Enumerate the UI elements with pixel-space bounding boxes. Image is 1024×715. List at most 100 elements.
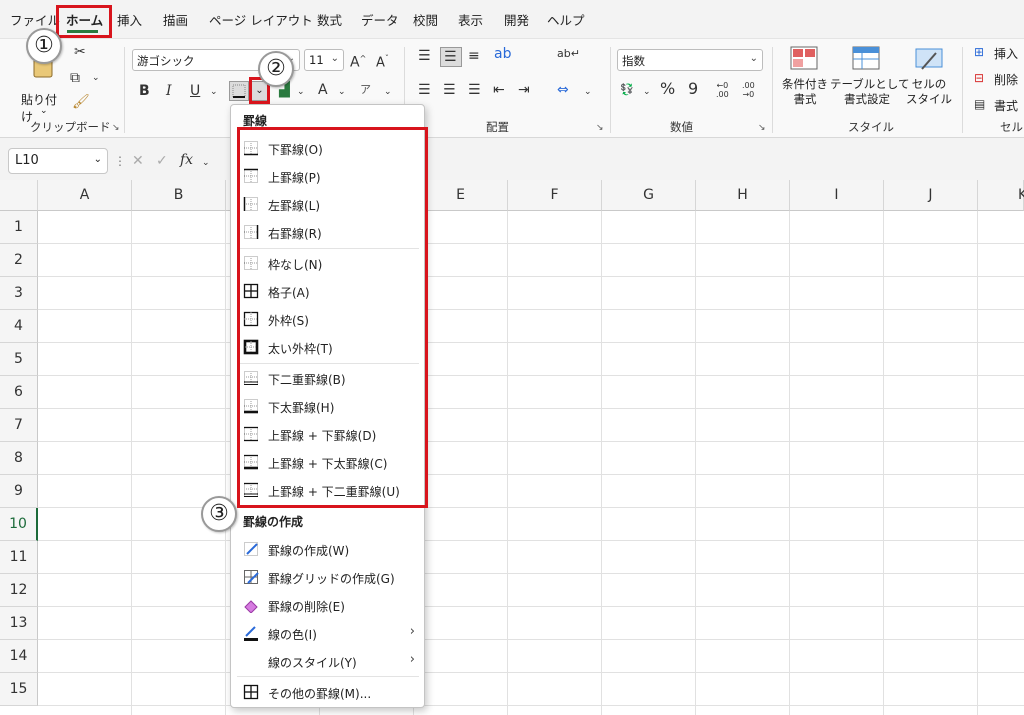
tab-view[interactable]: 表示 — [458, 10, 483, 29]
row-header[interactable]: 9 — [0, 475, 38, 508]
font-size-dropdown[interactable]: 11 ⌄ — [304, 49, 344, 71]
menu-item-draw-border-grid[interactable]: 罫線グリッドの作成(G) — [237, 564, 419, 590]
row-header[interactable]: 2 — [0, 244, 38, 277]
phonetic-guide-icon[interactable]: ア — [360, 83, 371, 97]
align-right-icon[interactable]: ☰ — [468, 83, 481, 97]
underline-button[interactable]: U — [190, 84, 200, 98]
row-header[interactable]: 3 — [0, 277, 38, 310]
tab-page-layout[interactable]: ページ レイアウト — [209, 10, 313, 29]
font-color-button[interactable]: A — [318, 83, 328, 97]
increase-indent-icon[interactable]: ⇥ — [518, 83, 530, 97]
chevron-down-icon[interactable]: ⌄ — [202, 156, 210, 170]
row-header[interactable]: 4 — [0, 310, 38, 343]
menu-item-more-borders[interactable]: その他の罫線(M)... — [237, 679, 419, 705]
tab-data[interactable]: データ — [361, 10, 399, 29]
row-header[interactable]: 14 — [0, 640, 38, 673]
chevron-down-icon[interactable]: ⌄ — [338, 85, 346, 99]
row-header[interactable]: 12 — [0, 574, 38, 607]
conditional-formatting-icon — [790, 46, 818, 70]
tab-review[interactable]: 校閲 — [413, 10, 438, 29]
merge-center-icon[interactable]: ⇔ — [557, 83, 569, 97]
align-middle-button[interactable]: ☰ — [440, 47, 462, 67]
delete-cells-button[interactable]: 削除 — [994, 71, 1018, 88]
row-header[interactable]: 10 — [0, 508, 38, 541]
chevron-down-icon[interactable]: ⌄ — [297, 85, 305, 99]
format-painter-icon[interactable]: 🖌 — [72, 95, 90, 109]
insert-cells-icon[interactable]: ⊞ — [974, 45, 984, 59]
insert-function-button[interactable]: fx — [180, 153, 193, 167]
tab-draw[interactable]: 描画 — [163, 10, 188, 29]
number-format-dropdown[interactable]: 指数 ⌄ — [617, 49, 763, 71]
decrease-font-size-icon[interactable]: Aˇ — [376, 52, 389, 70]
menu-item-line-style[interactable]: 線のスタイル(Y) › — [237, 648, 419, 674]
menu-item-erase-border[interactable]: 罫線の削除(E) — [237, 592, 419, 618]
tab-help[interactable]: ヘルプ — [547, 10, 585, 29]
wrap-text-icon[interactable]: ab↵ — [557, 47, 580, 61]
align-center-icon[interactable]: ☰ — [443, 83, 456, 97]
chevron-down-icon[interactable]: ⌄ — [210, 85, 218, 99]
menu-item-line-color[interactable]: 線の色(I) › — [237, 620, 419, 646]
align-top-icon[interactable]: ☰ — [418, 49, 431, 63]
borders-button[interactable] — [229, 81, 249, 101]
column-header[interactable]: H — [696, 180, 790, 211]
tab-file[interactable]: ファイル — [10, 10, 60, 29]
enter-icon[interactable]: ✓ — [156, 154, 168, 168]
dialog-launcher-icon[interactable]: ↘ — [758, 123, 766, 133]
chevron-down-icon[interactable]: ⌄ — [384, 85, 392, 99]
row-header[interactable]: 13 — [0, 607, 38, 640]
chevron-down-icon[interactable]: ⌄ — [92, 71, 100, 85]
tab-developer[interactable]: 開発 — [504, 10, 529, 29]
callout-number: ② — [258, 51, 294, 87]
dialog-launcher-icon[interactable]: ↘ — [596, 123, 604, 133]
format-cells-button[interactable]: 書式 — [994, 97, 1018, 114]
row-header[interactable]: 8 — [0, 442, 38, 475]
cells-group-label: セル — [1000, 120, 1023, 134]
tab-formulas[interactable]: 数式 — [317, 10, 342, 29]
conditional-formatting-button[interactable]: 条件付き 書式 — [778, 45, 830, 111]
column-header[interactable]: F — [508, 180, 602, 211]
decrease-indent-icon[interactable]: ⇤ — [493, 83, 505, 97]
decrease-decimal-button[interactable]: .00 →0 — [742, 81, 755, 99]
column-header[interactable]: K — [978, 180, 1024, 211]
row-header[interactable]: 6 — [0, 376, 38, 409]
column-header[interactable]: I — [790, 180, 884, 211]
menu-item-draw-border[interactable]: 罫線の作成(W) — [237, 536, 419, 562]
worksheet-grid[interactable]: A B C D E F G H I J K 1 2 3 4 5 6 7 8 9 … — [0, 180, 1024, 715]
increase-decimal-button[interactable]: ←0 .00 — [716, 81, 729, 99]
increase-font-size-icon[interactable]: A^ — [350, 52, 366, 70]
row-header[interactable]: 15 — [0, 673, 38, 706]
orientation-icon[interactable]: ab — [494, 47, 511, 61]
cell-styles-button[interactable]: セルの スタイル — [902, 45, 956, 111]
row-header[interactable]: 1 — [0, 211, 38, 244]
row-header[interactable]: 5 — [0, 343, 38, 376]
menu-item-label: 罫線の削除(E) — [268, 600, 345, 614]
delete-cells-icon[interactable]: ⊟ — [974, 71, 984, 85]
column-header[interactable]: J — [884, 180, 978, 211]
align-left-icon[interactable]: ☰ — [418, 83, 431, 97]
cut-icon[interactable]: ✂ — [74, 45, 86, 59]
row-header[interactable]: 11 — [0, 541, 38, 574]
format-cells-icon[interactable]: ▤ — [974, 97, 985, 111]
column-header[interactable]: B — [132, 180, 226, 211]
bold-button[interactable]: B — [139, 84, 150, 98]
column-header[interactable]: A — [38, 180, 132, 211]
chevron-down-icon[interactable]: ⌄ — [643, 85, 651, 99]
percent-style-button[interactable]: % — [660, 81, 675, 97]
currency-format-icon[interactable]: 💱 — [620, 83, 634, 97]
name-box[interactable]: L10 ⌄ — [8, 148, 108, 174]
select-all-corner[interactable] — [0, 180, 38, 211]
insert-cells-button[interactable]: 挿入 — [994, 45, 1018, 62]
comma-style-button[interactable]: 9 — [688, 81, 698, 97]
copy-icon[interactable]: ⧉ — [70, 71, 80, 85]
column-header[interactable]: E — [414, 180, 508, 211]
tab-insert[interactable]: 挿入 — [117, 10, 142, 29]
cancel-icon[interactable]: ✕ — [132, 154, 144, 168]
row-header[interactable]: 7 — [0, 409, 38, 442]
column-header[interactable]: G — [602, 180, 696, 211]
italic-button[interactable]: I — [166, 84, 172, 98]
align-bottom-icon[interactable]: ≡ — [468, 49, 480, 63]
format-as-table-button[interactable]: テーブルとして 書式設定 — [830, 45, 909, 111]
chevron-down-icon[interactable]: ⌄ — [584, 85, 592, 99]
more-options-icon[interactable]: ⋮ — [114, 154, 126, 168]
dialog-launcher-icon[interactable]: ↘ — [112, 123, 120, 133]
